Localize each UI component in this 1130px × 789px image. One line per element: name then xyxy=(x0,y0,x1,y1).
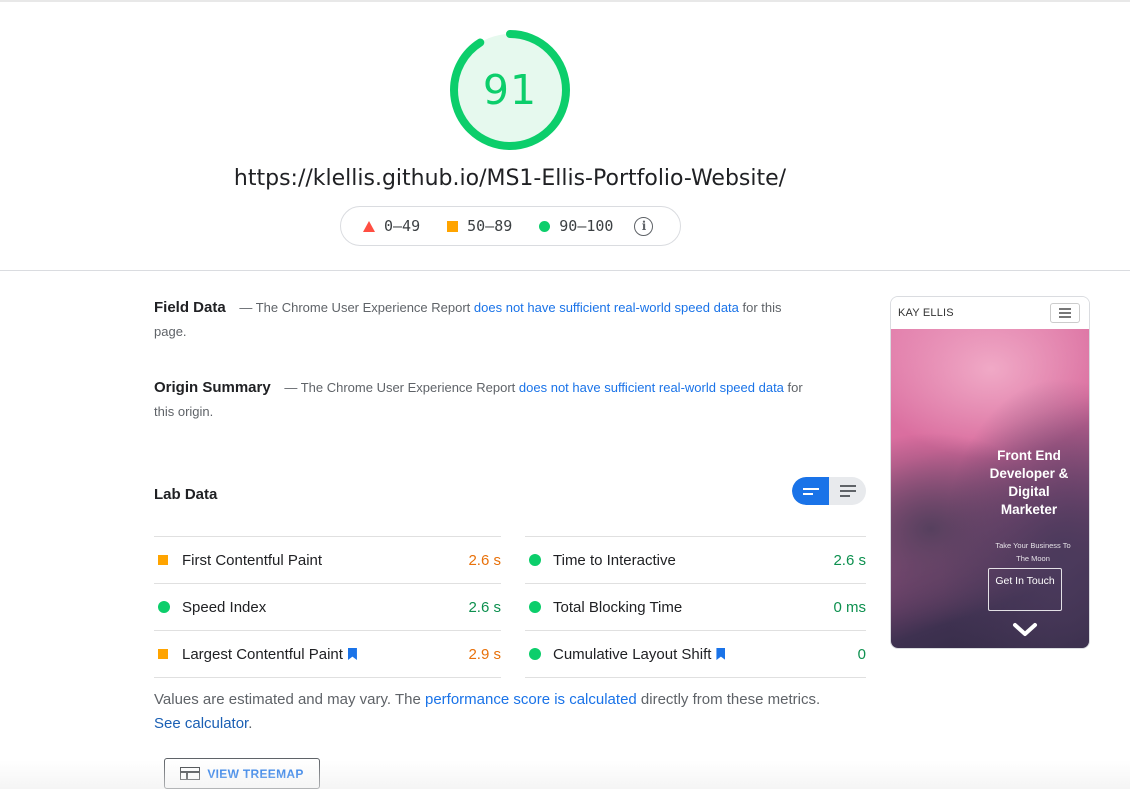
row-divider xyxy=(154,677,501,678)
performance-score-link[interactable]: performance score is calculated xyxy=(425,691,637,708)
info-icon[interactable]: i xyxy=(634,216,654,236)
hamburger-menu-icon xyxy=(1050,303,1080,323)
field-data-section: Field Data — The Chrome User Experience … xyxy=(154,296,814,344)
legend-item-average: 50–89 xyxy=(447,217,512,235)
metrics-note: Values are estimated and may vary. The p… xyxy=(154,688,834,736)
metric-name-wrap: Largest Contentful Paint xyxy=(182,646,468,663)
metric-largest-contentful-paint: Largest Contentful Paint 2.9 s xyxy=(154,630,501,677)
average-square-icon xyxy=(154,649,182,659)
metric-name: Largest Contentful Paint xyxy=(182,645,343,663)
expanded-view-option[interactable] xyxy=(829,477,866,505)
average-square-icon xyxy=(154,555,182,565)
metric-value: 2.9 s xyxy=(468,645,501,663)
view-treemap-button[interactable]: VIEW TREEMAP xyxy=(164,758,320,789)
note-text: Values are estimated and may vary. The xyxy=(154,691,421,708)
metric-total-blocking-time: Total Blocking Time 0 ms xyxy=(525,583,866,630)
field-data-prefix: — The Chrome User Experience Report xyxy=(239,300,471,315)
triangle-icon xyxy=(363,220,375,232)
treemap-icon xyxy=(180,767,201,780)
metric-value: 0 ms xyxy=(833,598,866,616)
metric-row: Speed Index 2.6 s Total Blocking Time 0 … xyxy=(154,583,866,630)
toggle-line xyxy=(802,492,813,495)
toggle-line xyxy=(839,490,856,492)
metrics-view-toggle[interactable] xyxy=(792,477,866,505)
bookmark-icon xyxy=(347,648,357,660)
performance-score: 91 xyxy=(482,66,538,114)
legend-label: 50–89 xyxy=(467,217,513,235)
metric-name: Total Blocking Time xyxy=(553,598,683,616)
section-divider xyxy=(0,270,1130,271)
row-divider xyxy=(525,677,866,678)
toggle-line xyxy=(802,487,819,490)
legend-item-pass: 90–100 xyxy=(539,217,613,235)
compact-view-option[interactable] xyxy=(792,477,829,505)
origin-summary-link[interactable]: does not have sufficient real-world spee… xyxy=(519,380,784,395)
metric-value: 2.6 s xyxy=(833,551,866,569)
metric-time-to-interactive: Time to Interactive 2.6 s xyxy=(525,536,866,583)
pass-circle-icon xyxy=(154,601,182,613)
lab-data-title: Lab Data xyxy=(154,486,218,503)
field-data-link[interactable]: does not have sufficient real-world spee… xyxy=(474,300,739,315)
toggle-line xyxy=(839,485,856,487)
final-screenshot-preview: KAY ELLIS Front End Developer & Digital … xyxy=(890,296,1090,649)
square-icon xyxy=(447,220,459,232)
metric-value: 2.6 s xyxy=(468,551,501,569)
pass-circle-icon xyxy=(525,648,553,660)
metric-name: Speed Index xyxy=(182,598,267,616)
metric-name: First Contentful Paint xyxy=(182,551,323,569)
pass-circle-icon xyxy=(525,601,553,613)
preview-brand: KAY ELLIS xyxy=(898,307,954,319)
toggle-line xyxy=(839,495,850,497)
tested-url: https://klellis.github.io/MS1-Ellis-Port… xyxy=(233,166,787,191)
metric-cumulative-layout-shift: Cumulative Layout Shift 0 xyxy=(525,630,866,677)
metric-name: Cumulative Layout Shift xyxy=(553,645,712,663)
metric-row-bottom-border xyxy=(154,677,866,678)
metric-value: 0 xyxy=(857,645,866,663)
legend-item-fail: 0–49 xyxy=(363,217,420,235)
chevron-down-icon xyxy=(1011,621,1039,641)
metric-first-contentful-paint: First Contentful Paint 2.6 s xyxy=(154,536,501,583)
performance-score-gauge: 91 xyxy=(448,28,572,152)
treemap-button-label: VIEW TREEMAP xyxy=(207,766,304,781)
metric-row: First Contentful Paint 2.6 s Time to Int… xyxy=(154,536,866,583)
see-calculator-link[interactable]: See calculator xyxy=(154,715,248,732)
preview-hero-subtitle: Take Your Business To The Moon xyxy=(995,541,1071,563)
field-data-title: Field Data xyxy=(154,299,226,316)
legend-label: 0–49 xyxy=(384,217,421,235)
metric-name: Time to Interactive xyxy=(553,551,676,569)
score-legend: 0–49 50–89 90–100 i xyxy=(340,206,681,246)
note-period: . xyxy=(248,715,253,732)
origin-summary-title: Origin Summary xyxy=(154,379,271,396)
legend-label: 90–100 xyxy=(559,217,614,235)
bookmark-icon xyxy=(716,648,726,660)
lab-metrics-grid: First Contentful Paint 2.6 s Time to Int… xyxy=(154,536,866,678)
preview-hero-title: Front End Developer & Digital Marketer xyxy=(989,448,1069,517)
metric-value: 2.6 s xyxy=(468,598,501,616)
circle-icon xyxy=(539,220,551,232)
metric-row: Largest Contentful Paint 2.9 s Cumulativ… xyxy=(154,630,866,677)
metric-speed-index: Speed Index 2.6 s xyxy=(154,583,501,630)
metric-name-wrap: Cumulative Layout Shift xyxy=(553,646,858,663)
preview-hero-button: Get In Touch xyxy=(988,568,1062,611)
origin-summary-prefix: — The Chrome User Experience Report xyxy=(284,380,516,395)
note-text: directly from these metrics. xyxy=(640,691,821,708)
preview-header: KAY ELLIS xyxy=(891,297,1089,329)
preview-hero-image: Front End Developer & Digital Marketer T… xyxy=(891,329,1089,648)
origin-summary-section: Origin Summary — The Chrome User Experie… xyxy=(154,376,814,424)
top-border xyxy=(0,0,1130,2)
pass-circle-icon xyxy=(525,554,553,566)
